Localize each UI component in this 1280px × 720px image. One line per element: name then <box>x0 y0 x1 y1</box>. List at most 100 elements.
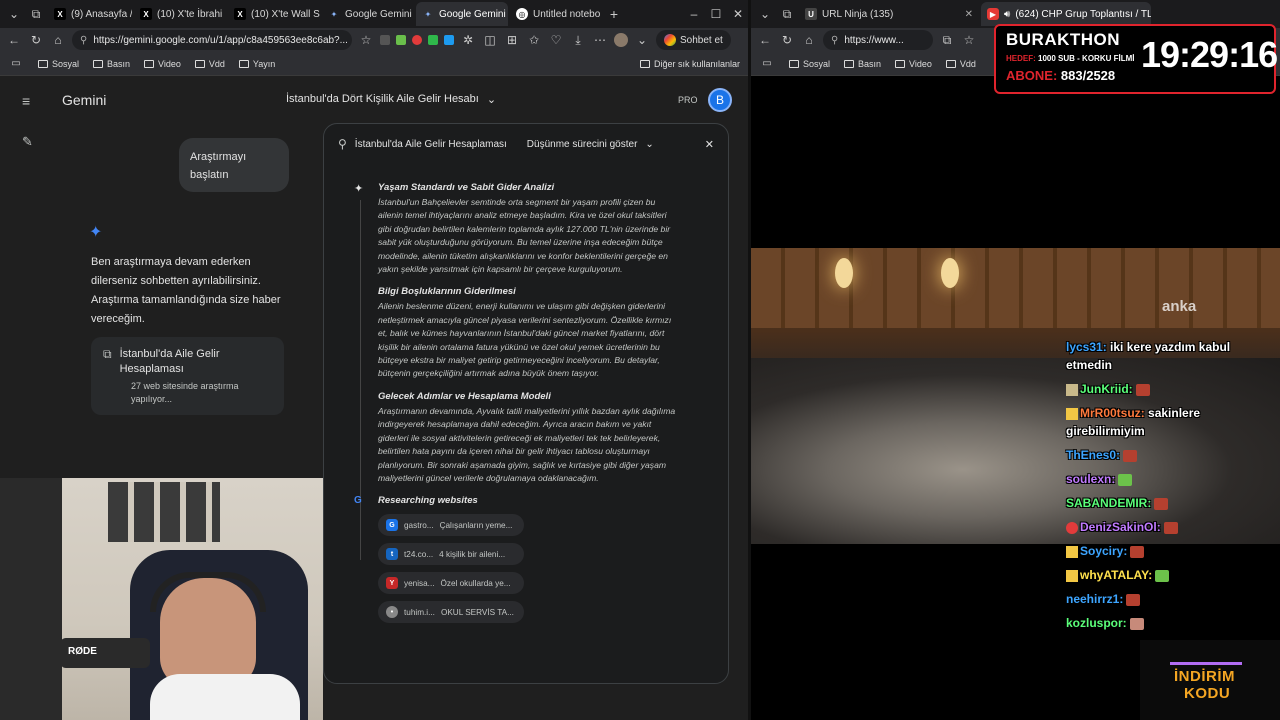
gemini-brand[interactable]: Gemini <box>62 92 106 108</box>
profile-dropdown-icon[interactable]: ⌄ <box>634 33 650 47</box>
bookmark-folder[interactable]: Sosyal <box>789 59 830 69</box>
close-panel-icon[interactable]: ✕ <box>705 138 714 151</box>
bookmark-folder[interactable]: Yayın <box>238 59 275 69</box>
source-domain: gastro... <box>404 520 434 530</box>
bookmark-folder[interactable]: Vdd <box>194 58 225 69</box>
tab-actions-chevron-icon[interactable]: ⌄ <box>4 7 24 21</box>
chat-badge-icon <box>1066 383 1078 396</box>
favorites-icon[interactable]: ✩ <box>526 33 542 47</box>
promo-overlay: İNDİRİM KODU <box>1140 640 1280 720</box>
tab-notebook[interactable]: ◎ Untitled notebo ✕ <box>510 2 602 26</box>
site-info-icon[interactable]: ⚲ <box>80 35 87 46</box>
reload-icon[interactable]: ↻ <box>779 33 795 47</box>
url-field[interactable]: ⚲ https://www... <box>823 30 933 50</box>
research-card[interactable]: ⧉ İstanbul'da Aile Gelir Hesaplaması 27 … <box>91 337 284 415</box>
research-search-icon: ⚲ <box>338 137 347 151</box>
translate-icon[interactable]: ⧉ <box>939 33 955 48</box>
extension-bar-icon[interactable] <box>428 35 438 45</box>
chat-username: JunKriid <box>1080 382 1129 396</box>
extension-blue-icon[interactable] <box>444 35 454 45</box>
pro-badge: PRO <box>678 95 698 105</box>
tab-wall-street[interactable]: X (10) X'te Wall S ✕ <box>228 2 320 26</box>
split-screen-icon[interactable]: ◫ <box>482 33 498 47</box>
close-tab-icon[interactable]: ✕ <box>965 9 973 20</box>
url-text: https://gemini.google.com/u/1/app/c8a459… <box>93 34 348 46</box>
bookmark-folder[interactable]: Basın <box>93 59 130 69</box>
menu-icon[interactable]: ≡ <box>22 93 30 109</box>
home-icon[interactable]: ⌂ <box>50 33 66 47</box>
source-chip[interactable]: t t24.co... 4 kişilik bir aileni... <box>378 543 524 566</box>
url-field[interactable]: ⚲ https://gemini.google.com/u/1/app/c8a4… <box>72 30 352 50</box>
workspaces-icon[interactable]: ⧉ <box>26 7 46 22</box>
browser-essentials-icon[interactable]: ♡ <box>548 33 564 47</box>
collections-icon[interactable]: ▭ <box>8 58 24 69</box>
bookmark-folder[interactable]: Vdd <box>945 59 976 69</box>
gemini-spark-icon: ✦ <box>89 224 103 241</box>
emote-icon <box>1126 593 1141 606</box>
tab-ibrahim[interactable]: X (10) X'te İbrahi ✕ <box>134 2 226 26</box>
conversation-title: İstanbul'da Dört Kişilik Aile Gelir Hesa… <box>286 93 479 105</box>
source-chip[interactable]: Ggastro... Çalışanların yeme... <box>378 514 524 537</box>
chat-colon: : <box>1148 568 1153 582</box>
tab-gemini-active[interactable]: ✦ Google Gemini ✕ <box>416 2 508 26</box>
research-panel-header: ⚲ İstanbul'da Aile Gelir Hesaplaması Düş… <box>324 124 728 164</box>
new-tab-icon[interactable]: + <box>604 6 624 22</box>
source-chip[interactable]: Yyenisa... Özel okullarda ye... <box>378 572 524 595</box>
extension-red-icon[interactable] <box>412 35 422 45</box>
video-watermark: anka <box>1162 298 1197 315</box>
back-icon[interactable]: ← <box>757 33 773 47</box>
account-avatar[interactable]: B <box>708 88 732 112</box>
chat-colon: : <box>1123 544 1128 558</box>
copilot-icon <box>664 34 676 46</box>
more-icon[interactable]: ⋯ <box>592 33 608 47</box>
home-icon[interactable]: ⌂ <box>801 33 817 47</box>
collections-icon[interactable]: ▭ <box>759 58 775 69</box>
other-bookmarks[interactable]: Diğer sık kullanılanlar <box>639 59 740 69</box>
source-title: Özel okullarda ye... <box>440 578 511 588</box>
bookmark-folder[interactable]: Video <box>144 59 181 69</box>
audio-playing-icon[interactable]: 🔊︎ <box>1004 9 1010 20</box>
chat-colon: : <box>1147 496 1152 510</box>
step-title: Gelecek Adımlar ve Hesaplama Modeli <box>378 390 551 402</box>
extension-green-icon[interactable] <box>396 35 406 45</box>
reload-icon[interactable]: ↻ <box>28 33 44 47</box>
tab-anasayfa[interactable]: X (9) Anasayfa / X ✕ <box>48 2 132 26</box>
extensions-puzzle-icon[interactable]: ✲ <box>460 33 476 47</box>
chat-username: SABANDEMIR <box>1066 496 1148 510</box>
bookmark-folder[interactable]: Basın <box>844 59 881 69</box>
tab-label: (624) CHP Grup Toplantısı / TL <box>1015 8 1151 20</box>
workspaces-icon[interactable]: ⧉ <box>777 7 797 22</box>
chat-username: lycs31 <box>1066 340 1103 354</box>
downloads-icon[interactable]: ⤓ <box>570 33 586 48</box>
copilot-chat-button[interactable]: Sohbet et <box>656 30 731 50</box>
tab-gemini-1[interactable]: ✦ Google Gemini ✕ <box>322 2 414 26</box>
bookmark-folder[interactable]: Sosyal <box>38 59 79 69</box>
webcam-door-frame <box>0 478 62 720</box>
thinking-toggle[interactable]: Düşünme sürecini göster ⌄ <box>527 139 654 150</box>
copilot-chat-label: Sohbet et <box>680 34 723 46</box>
close-window-icon[interactable]: ✕ <box>728 7 748 21</box>
minimize-icon[interactable]: – <box>684 7 704 21</box>
live-chat-overlay: lycs31: iki kere yazdım kabul etmedin Ju… <box>1066 338 1276 632</box>
bookmark-folder[interactable]: Video <box>895 59 932 69</box>
profile-avatar[interactable] <box>614 33 628 47</box>
tab-actions-chevron-icon[interactable]: ⌄ <box>755 7 775 21</box>
favorite-star-icon[interactable]: ☆ <box>358 33 374 47</box>
goal-line: HEDEF: 1000 SUB - KORKU FİLMİ <box>1006 54 1134 63</box>
step-title: Yaşam Standardı ve Sabit Gider Analizi <box>378 182 555 193</box>
tab-chp-meeting[interactable]: ▶ 🔊︎ (624) CHP Grup Toplantısı / TL <box>981 2 1151 26</box>
tab-url-ninja[interactable]: U URL Ninja (135) ✕ <box>799 2 979 26</box>
maximize-icon[interactable]: ☐ <box>706 7 726 21</box>
chat-colon: : <box>1102 340 1111 354</box>
step-body: Araştırmanın devamında, Ayvalık tatili m… <box>378 405 676 483</box>
research-panel-title: İstanbul'da Aile Gelir Hesaplaması <box>354 138 507 150</box>
collections-icon[interactable]: ⊞ <box>504 33 520 47</box>
back-icon[interactable]: ← <box>6 33 22 47</box>
extension-grid-icon[interactable] <box>380 35 390 45</box>
conversation-title-button[interactable]: İstanbul'da Dört Kişilik Aile Gelir Hesa… <box>286 93 496 106</box>
bookmark-label: Vdd <box>208 58 225 69</box>
source-chip[interactable]: • tuhim.i... OKUL SERVİS TA... <box>378 601 524 624</box>
favorite-star-icon[interactable]: ☆ <box>961 33 977 47</box>
new-chat-icon[interactable]: ✎ <box>22 134 33 150</box>
site-info-icon[interactable]: ⚲ <box>831 35 838 46</box>
